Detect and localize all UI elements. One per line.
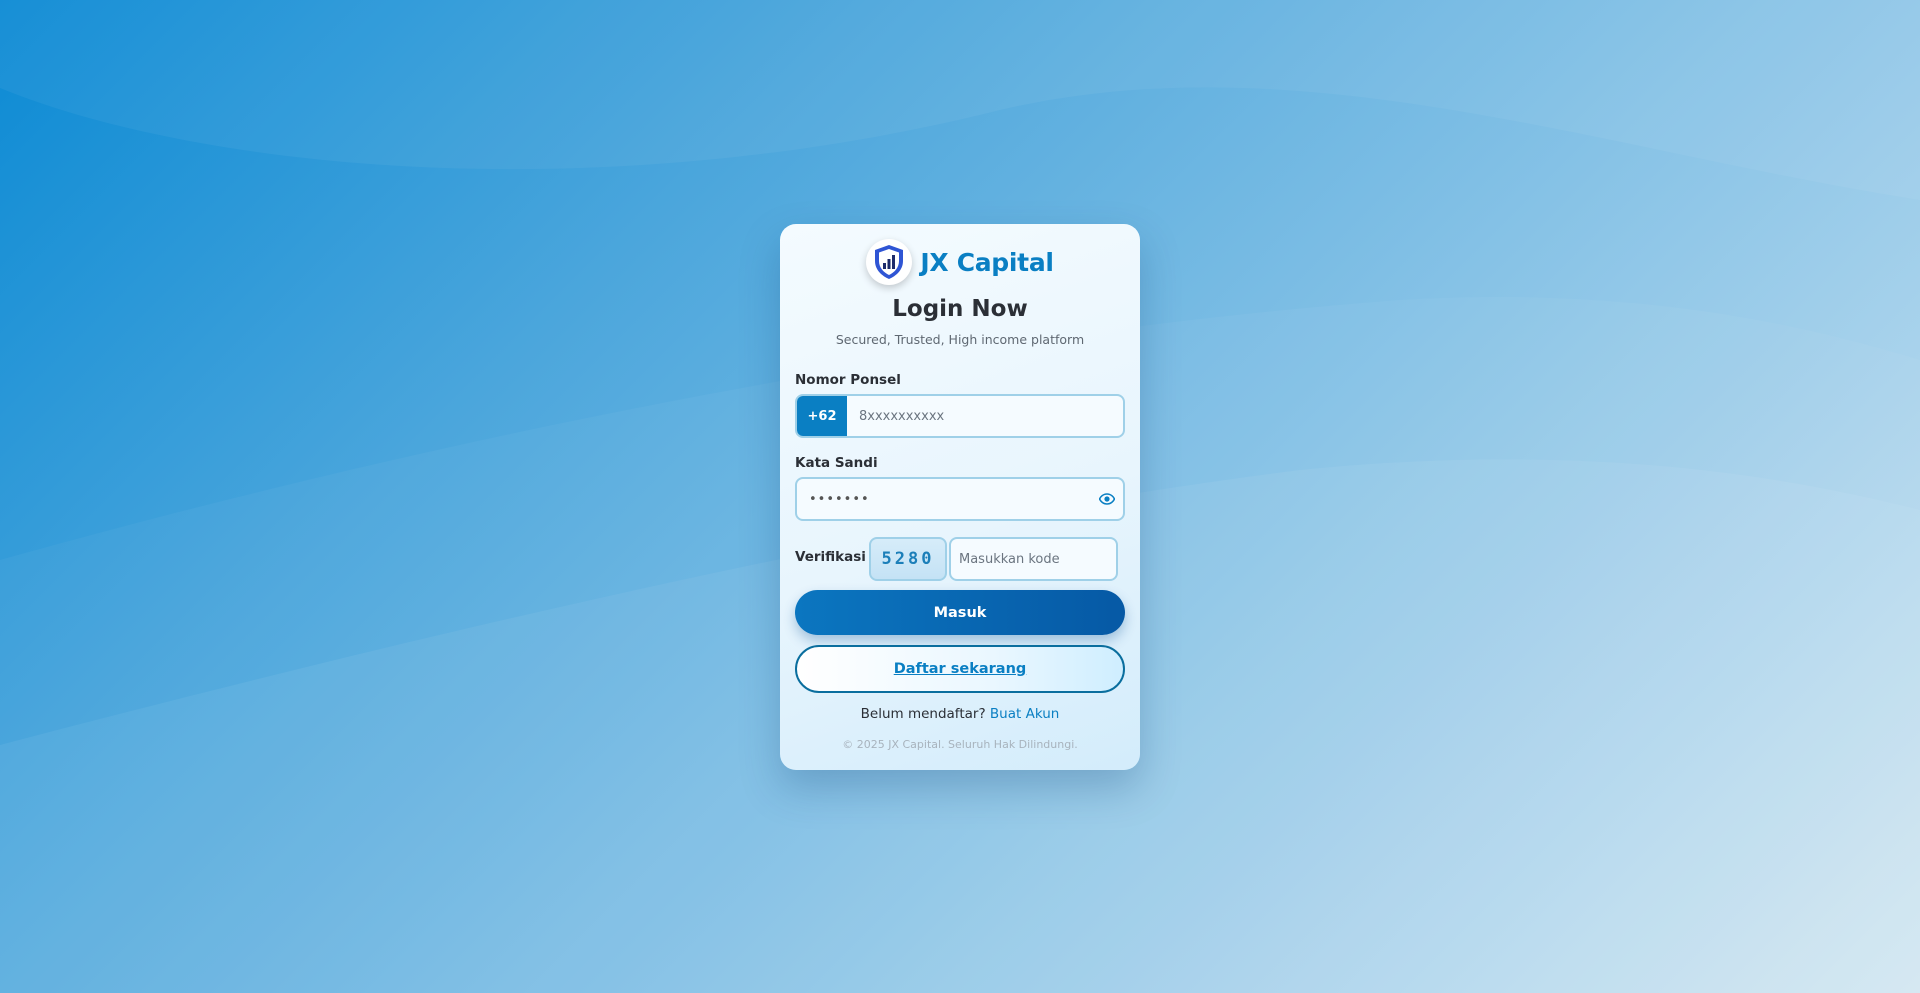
verification-field-group: [949, 537, 1118, 581]
page-title: Login Now: [892, 296, 1028, 322]
login-card: JX Capital Login Now Secured, Trusted, H…: [780, 224, 1140, 770]
phone-input[interactable]: [847, 396, 1123, 436]
signup-prompt-line: Belum mendaftar? Buat Akun: [780, 706, 1140, 722]
signup-prompt: Belum mendaftar?: [860, 706, 986, 722]
password-label: Kata Sandi: [795, 455, 878, 471]
password-field-group: [795, 477, 1125, 521]
shield-chart-icon: [866, 239, 913, 285]
phone-field-group: +62: [795, 394, 1125, 438]
verification-input[interactable]: [951, 551, 1116, 567]
create-account-link[interactable]: Buat Akun: [990, 706, 1059, 722]
register-button[interactable]: Daftar sekarang: [795, 645, 1125, 693]
captcha-code: 5280: [869, 537, 947, 581]
password-input[interactable]: [797, 491, 1091, 507]
page-subtitle: Secured, Trusted, High income platform: [835, 332, 1085, 347]
copyright-text: © 2025 JX Capital. Seluruh Hak Dilindung…: [842, 738, 1078, 751]
phone-label: Nomor Ponsel: [795, 372, 901, 388]
eye-icon[interactable]: [1091, 479, 1123, 519]
brand-name: JX Capital: [920, 247, 1054, 277]
login-button[interactable]: Masuk: [795, 590, 1125, 635]
verification-label: Verifikasi: [795, 549, 866, 565]
brand-header: JX Capital: [780, 238, 1140, 286]
country-code-badge: +62: [797, 396, 847, 436]
